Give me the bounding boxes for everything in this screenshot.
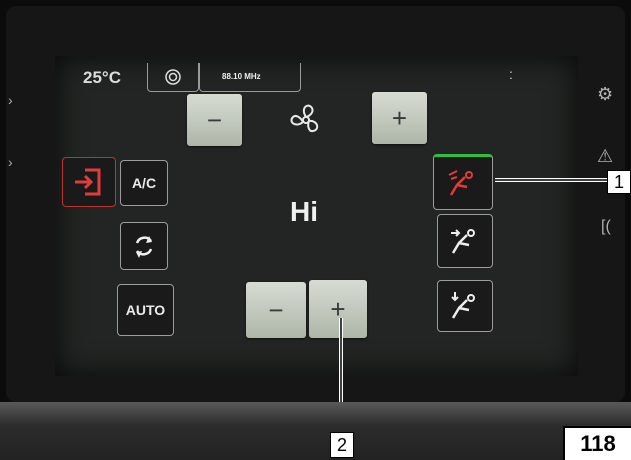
callout-2: 2 xyxy=(330,432,354,458)
photo-root: ⚙ ⚠ [( › › 25°C 88.10 MHz : − + A/C AUTO… xyxy=(0,0,631,460)
physical-button-bar xyxy=(0,402,631,460)
callout-leaders xyxy=(339,178,607,432)
page-number: 118 xyxy=(563,426,631,460)
callout-1: 1 xyxy=(607,170,631,194)
